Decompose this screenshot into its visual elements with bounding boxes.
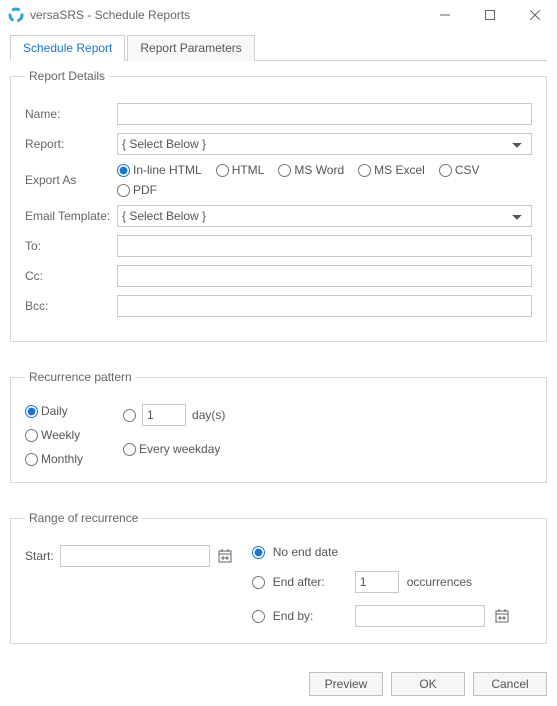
footer-buttons: Preview OK Cancel xyxy=(309,672,547,696)
recurrence-monthly-option[interactable]: Monthly xyxy=(25,452,83,466)
export-pdf-radio[interactable] xyxy=(117,184,130,197)
export-msword-option[interactable]: MS Word xyxy=(278,163,344,177)
recurrence-weekly-radio[interactable] xyxy=(25,429,38,442)
name-input[interactable] xyxy=(117,103,532,125)
recurrence-every-weekday-option[interactable]: Every weekday xyxy=(123,442,225,456)
name-label: Name: xyxy=(25,107,117,121)
minimize-button[interactable] xyxy=(422,0,467,30)
export-msexcel-option[interactable]: MS Excel xyxy=(358,163,425,177)
recurrence-monthly-radio[interactable] xyxy=(25,453,38,466)
report-details-group: Report Details Name: Report: { Select Be… xyxy=(10,69,547,342)
export-csv-radio[interactable] xyxy=(439,164,452,177)
export-html-option[interactable]: HTML xyxy=(216,163,265,177)
bcc-input[interactable] xyxy=(117,295,532,317)
recurrence-days-radio[interactable] xyxy=(123,409,136,422)
maximize-button[interactable] xyxy=(467,0,512,30)
start-date-input[interactable] xyxy=(60,545,210,567)
start-label: Start: xyxy=(25,549,54,563)
end-by-label: End by: xyxy=(273,609,347,623)
range-of-recurrence-group: Range of recurrence Start: No end date E… xyxy=(10,511,547,644)
tab-schedule-report[interactable]: Schedule Report xyxy=(10,35,125,61)
export-pdf-option[interactable]: PDF xyxy=(117,183,157,197)
start-calendar-icon[interactable] xyxy=(216,547,234,565)
email-template-select[interactable]: { Select Below } xyxy=(117,205,532,227)
recurrence-daily-radio[interactable] xyxy=(25,405,38,418)
range-of-recurrence-legend: Range of recurrence xyxy=(25,511,142,525)
end-by-input[interactable] xyxy=(355,605,485,627)
to-input[interactable] xyxy=(117,235,532,257)
end-after-radio[interactable] xyxy=(252,576,265,589)
bcc-label: Bcc: xyxy=(25,299,117,313)
recurrence-pattern-group: Recurrence pattern Daily Weekly Monthly … xyxy=(10,370,547,483)
recurrence-every-weekday-radio[interactable] xyxy=(123,443,136,456)
recurrence-daily-option[interactable]: Daily xyxy=(25,404,83,418)
export-inline-html-radio[interactable] xyxy=(117,164,130,177)
no-end-date-radio[interactable] xyxy=(252,546,265,559)
export-inline-html-option[interactable]: In-line HTML xyxy=(117,163,202,177)
no-end-date-label: No end date xyxy=(273,545,338,559)
preview-button[interactable]: Preview xyxy=(309,672,383,696)
ok-button[interactable]: OK xyxy=(391,672,465,696)
app-logo-icon xyxy=(8,7,24,23)
recurrence-pattern-legend: Recurrence pattern xyxy=(25,370,136,384)
tab-report-parameters[interactable]: Report Parameters xyxy=(127,35,254,61)
report-select[interactable]: { Select Below } xyxy=(117,133,532,155)
report-label: Report: xyxy=(25,137,117,151)
export-csv-option[interactable]: CSV xyxy=(439,163,480,177)
recurrence-days-suffix: day(s) xyxy=(192,408,225,422)
end-after-input[interactable] xyxy=(355,571,399,593)
end-after-label: End after: xyxy=(273,575,347,589)
recurrence-days-input[interactable] xyxy=(142,404,186,426)
email-template-label: Email Template: xyxy=(25,209,117,223)
cc-label: Cc: xyxy=(25,269,117,283)
end-by-radio[interactable] xyxy=(252,610,265,623)
cancel-button[interactable]: Cancel xyxy=(473,672,547,696)
export-msword-radio[interactable] xyxy=(278,164,291,177)
titlebar: versaSRS - Schedule Reports xyxy=(0,0,557,30)
window-title: versaSRS - Schedule Reports xyxy=(30,8,422,22)
report-details-legend: Report Details xyxy=(25,69,109,83)
export-html-radio[interactable] xyxy=(216,164,229,177)
cc-input[interactable] xyxy=(117,265,532,287)
recurrence-weekly-option[interactable]: Weekly xyxy=(25,428,83,442)
export-msexcel-radio[interactable] xyxy=(358,164,371,177)
occurrences-label: occurrences xyxy=(407,575,472,589)
tab-bar: Schedule Report Report Parameters xyxy=(10,34,547,61)
close-button[interactable] xyxy=(512,0,557,30)
export-as-label: Export As xyxy=(25,173,117,187)
end-by-calendar-icon[interactable] xyxy=(493,607,511,625)
to-label: To: xyxy=(25,239,117,253)
